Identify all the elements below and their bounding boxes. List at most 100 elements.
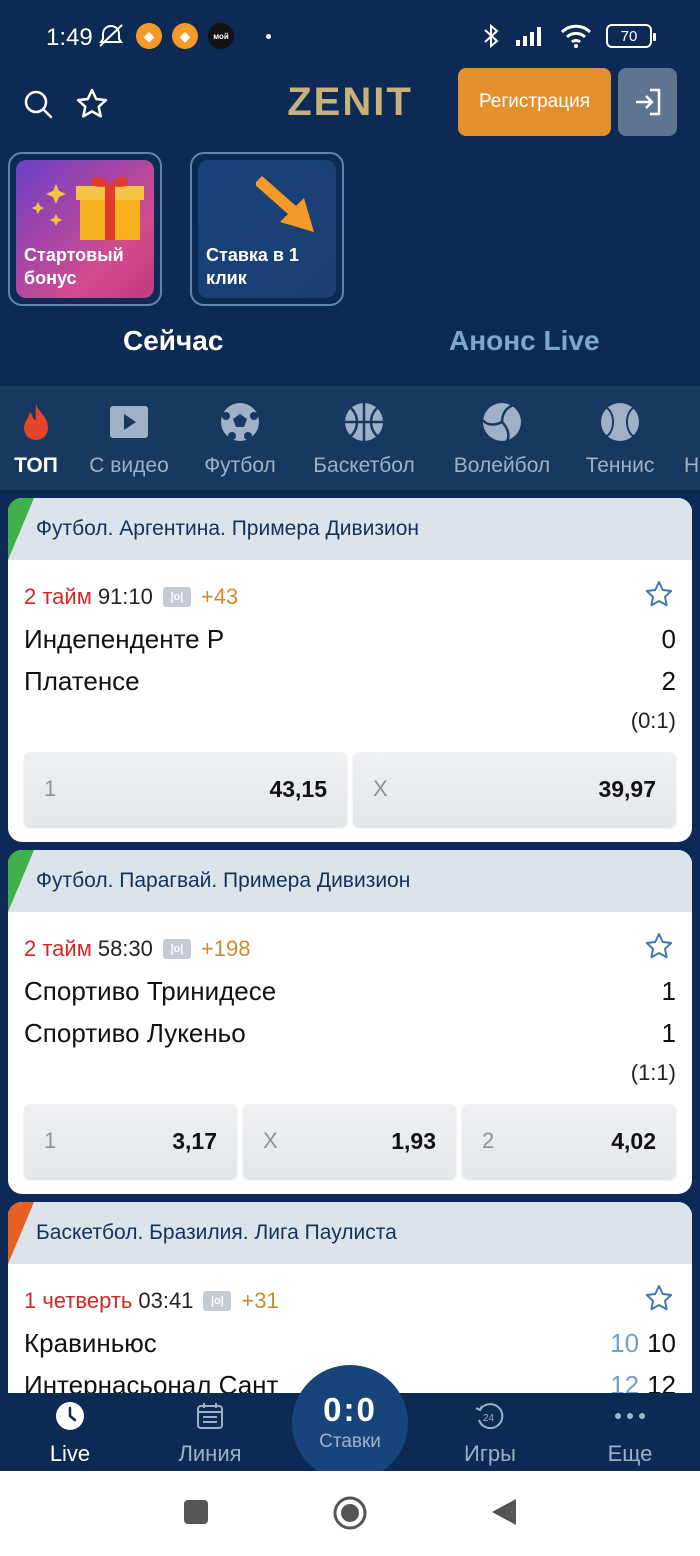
sport-label: ТОП xyxy=(14,454,58,477)
odd-button-2[interactable]: 2 4,02 xyxy=(462,1104,676,1178)
tennis-icon xyxy=(601,403,639,441)
signal-icon xyxy=(516,27,541,46)
half-score: (0:1) xyxy=(630,708,676,733)
more-markets-count[interactable]: +43 xyxy=(201,584,238,610)
sport-color-stripe xyxy=(8,498,34,560)
live-feed: Футбол. Аргентина. Примера Дивизион 2 та… xyxy=(0,490,700,1393)
status-time: 1:49 xyxy=(46,24,93,51)
sport-item-football[interactable]: Футбол xyxy=(198,386,282,490)
match-body: 2 тайм 91:10 |o| +43 Индепенденте Р 0 Пл… xyxy=(8,560,692,842)
app-header: ZENIT Регистрация xyxy=(0,68,700,140)
half-score: (1:1) xyxy=(630,1060,676,1085)
story-start-bonus[interactable]: Стартовый бонус xyxy=(8,152,162,306)
sport-item-video[interactable]: С видео xyxy=(86,386,172,490)
status-icons-left: ◆ ◆ мой xyxy=(96,22,271,50)
odd-key: X xyxy=(373,776,388,801)
story-one-click-bet[interactable]: Ставка в 1 клик xyxy=(190,152,344,306)
sport-label: Футбол xyxy=(204,454,276,477)
odd-key: 1 xyxy=(44,776,57,801)
odd-key: X xyxy=(263,1128,278,1153)
wifi-icon xyxy=(560,24,592,48)
tab-now[interactable]: Сейчас xyxy=(123,325,223,357)
story-card: Ставка в 1 клик xyxy=(198,160,336,298)
sport-item-more[interactable]: Н xyxy=(684,386,700,490)
match-period: 1 четверть xyxy=(24,1288,133,1313)
league-title: Баскетбол. Бразилия. Лига Паулиста xyxy=(36,1221,397,1244)
sport-label: С видео xyxy=(89,454,169,477)
games-24-7-icon: 24 xyxy=(475,1403,504,1430)
login-button[interactable] xyxy=(618,68,677,136)
sport-label: Теннис xyxy=(585,454,655,477)
score-home: 1 xyxy=(661,976,676,1006)
video-icon xyxy=(110,406,148,438)
back-icon[interactable] xyxy=(490,1497,518,1527)
score-previous: 12 xyxy=(610,1370,640,1393)
gift-icon xyxy=(76,176,144,240)
sport-item-top[interactable]: ТОП xyxy=(12,386,60,490)
odd-value: 4,02 xyxy=(611,1127,656,1154)
nav-line[interactable]: Линия xyxy=(150,1399,270,1467)
bottom-navigation: Live Линия 0:0 Ставки 24 Игры Еще xyxy=(0,1365,700,1481)
nav-more[interactable]: Еще xyxy=(570,1399,690,1467)
team-home: Индепенденте Р xyxy=(24,624,225,654)
favorite-star-icon[interactable] xyxy=(644,932,674,962)
more-markets-count[interactable]: +198 xyxy=(201,936,251,962)
match-clock: 91:10 xyxy=(97,584,153,609)
odd-button-1[interactable]: 1 43,15 xyxy=(24,752,347,826)
svg-text:24: 24 xyxy=(483,1413,495,1424)
odd-button-x[interactable]: X 39,97 xyxy=(353,752,676,826)
team-away: Платенсе xyxy=(24,666,140,696)
home-icon[interactable] xyxy=(332,1495,368,1531)
odd-button-1[interactable]: 1 3,17 xyxy=(24,1104,237,1178)
stats-field-icon: |o| xyxy=(162,939,191,959)
match-card[interactable]: Футбол. Аргентина. Примера Дивизион 2 та… xyxy=(8,498,692,842)
nav-bets[interactable]: 0:0 Ставки xyxy=(292,1365,408,1481)
nav-live[interactable]: Live xyxy=(10,1399,130,1467)
sport-item-volleyball[interactable]: Волейбол xyxy=(448,386,556,490)
team-home: Спортиво Тринидесе xyxy=(24,976,277,1006)
match-period: 2 тайм xyxy=(24,936,92,961)
more-markets-count[interactable]: +31 xyxy=(241,1288,278,1314)
team-home: Кравиньюс xyxy=(24,1328,157,1358)
basketball-icon xyxy=(345,403,383,441)
score-current: 12 xyxy=(647,1370,676,1393)
odd-value: 43,15 xyxy=(269,775,327,802)
sport-label: Волейбол xyxy=(453,454,551,477)
match-card[interactable]: Футбол. Парагвай. Примера Дивизион 2 тай… xyxy=(8,850,692,1194)
tab-anons-live[interactable]: Анонс Live xyxy=(449,325,600,357)
clock-icon xyxy=(56,1402,84,1430)
recent-apps-icon[interactable] xyxy=(181,1497,211,1527)
match-period: 2 тайм xyxy=(24,584,92,609)
story-label: Ставка в 1 клик xyxy=(206,245,299,288)
match-body: 2 тайм 58:30 |o| +198 Спортиво Тринидесе… xyxy=(8,912,692,1194)
score-home: 0 xyxy=(661,624,676,654)
nav-games[interactable]: 24 Игры xyxy=(430,1399,550,1467)
stats-field-icon: |o| xyxy=(203,1291,232,1311)
odd-key: 2 xyxy=(482,1128,495,1153)
sport-item-basketball[interactable]: Баскетбол xyxy=(306,386,422,490)
sport-label: Н xyxy=(684,454,700,477)
league-title: Футбол. Аргентина. Примера Дивизион xyxy=(36,517,419,540)
match-meta: 2 тайм 58:30 |o| +198 xyxy=(24,936,250,962)
sport-item-tennis[interactable]: Теннис xyxy=(581,386,659,490)
bets-score: 0:0 xyxy=(323,1391,377,1428)
more-dots-icon xyxy=(615,1413,645,1419)
system-navigation-bar xyxy=(0,1471,700,1556)
fire-icon xyxy=(24,404,48,440)
more-notifications-dot xyxy=(266,33,271,39)
volleyball-icon xyxy=(482,403,521,442)
nav-label: Ставки xyxy=(319,1431,381,1452)
notification-app-icon: ◆ xyxy=(172,23,198,49)
register-button[interactable]: Регистрация xyxy=(458,68,611,136)
score-away: 12 12 xyxy=(610,1370,676,1393)
odd-button-x[interactable]: X 1,93 xyxy=(243,1104,456,1178)
league-title: Футбол. Парагвай. Примера Дивизион xyxy=(36,869,411,892)
sparkle-icon xyxy=(32,184,66,226)
status-icons-right: 70 xyxy=(482,22,656,50)
sport-color-stripe xyxy=(8,1202,34,1264)
favorite-star-icon[interactable] xyxy=(644,1284,674,1314)
story-card: Стартовый бонус xyxy=(16,160,154,298)
favorite-star-icon[interactable] xyxy=(644,580,674,610)
score-away: 2 xyxy=(661,666,676,696)
match-clock: 03:41 xyxy=(138,1288,194,1313)
